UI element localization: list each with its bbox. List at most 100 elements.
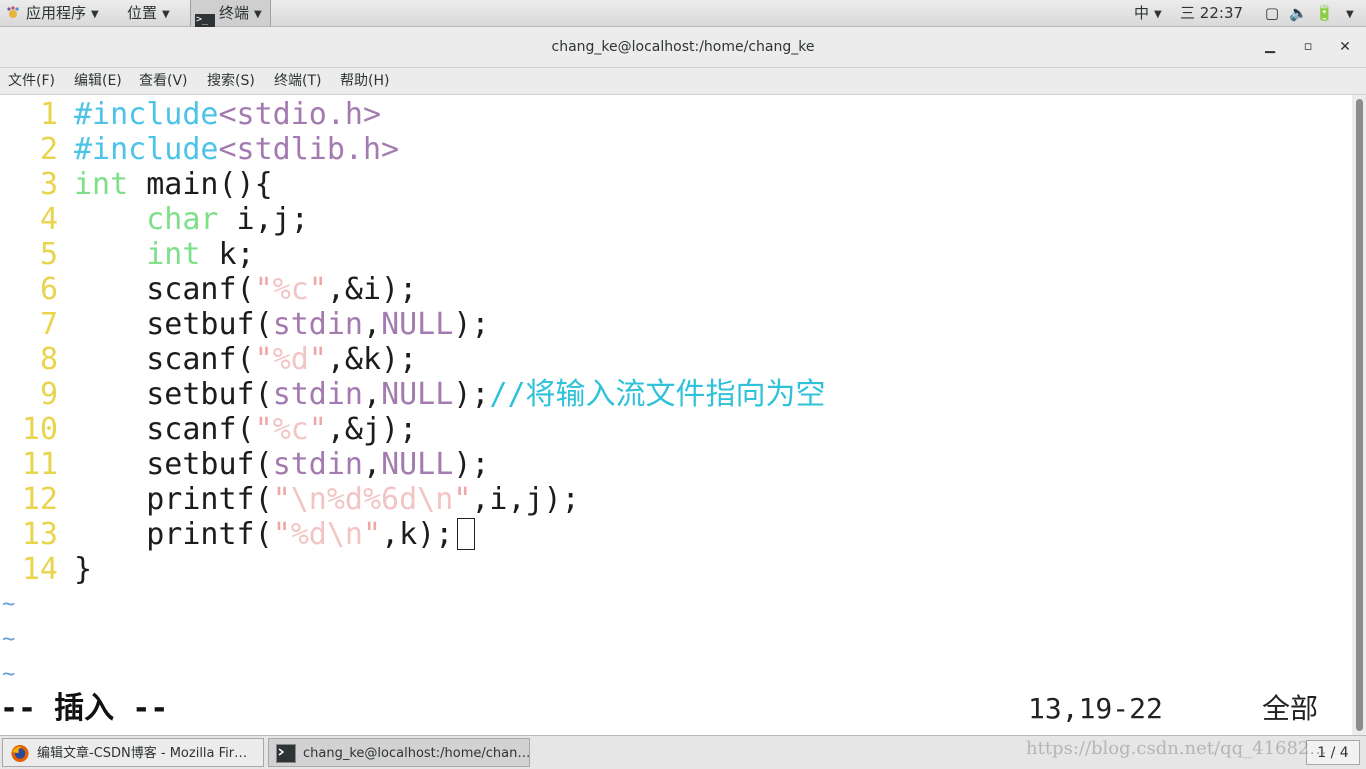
line-number: 6: [39, 272, 58, 307]
code-token: ,: [363, 377, 382, 412]
code-token: ": [254, 412, 273, 447]
line-text: setbuf(stdin,NULL);//将输入流文件指向为空: [74, 377, 825, 412]
line-number: 2: [39, 132, 58, 167]
code-token: printf(: [74, 482, 273, 517]
line-text: char i,j;: [74, 202, 309, 237]
text-cursor: [457, 518, 476, 550]
menu-search[interactable]: 搜索(S): [207, 68, 255, 94]
line-number: 9: [39, 377, 58, 412]
menubar: 文件(F) 编辑(E) 查看(V) 搜索(S) 终端(T) 帮助(H): [0, 68, 1366, 95]
maximize-button[interactable]: ▫: [1299, 38, 1317, 56]
terminal-app-label: 终端: [219, 4, 250, 22]
code-token: ,i,j);: [471, 482, 580, 517]
line-number: 5: [39, 237, 58, 272]
clock-day: 三: [1180, 4, 1196, 22]
code-token: );: [453, 307, 490, 342]
code-token: ": [308, 342, 327, 377]
line-number: 11: [21, 447, 58, 482]
line-text: scanf("%c",&j);: [74, 412, 417, 447]
code-token: i,j;: [218, 202, 309, 237]
code-token: ,: [363, 307, 382, 342]
vim-mode-indicator: -- 插入 --: [0, 691, 169, 726]
code-token: setbuf(: [74, 377, 273, 412]
chevron-down-icon: ▼: [91, 9, 99, 20]
code-token: NULL: [381, 447, 454, 482]
input-method-indicator[interactable]: 中 ▼: [1134, 0, 1162, 26]
chevron-down-icon: ▼: [162, 9, 170, 20]
terminal-icon: [276, 744, 296, 763]
places-label: 位置: [127, 4, 158, 22]
chevron-down-icon: ▼: [1154, 9, 1162, 20]
code-token: ": [308, 272, 327, 307]
code-token: NULL: [381, 307, 454, 342]
battery-icon[interactable]: 🔋: [1315, 0, 1334, 26]
code-token: scanf(: [74, 342, 255, 377]
code-token: ": [254, 342, 273, 377]
line-number: 12: [21, 482, 58, 517]
code-token: char: [146, 202, 219, 237]
taskbar-terminal-button[interactable]: chang_ke@localhost:/home/chan…: [268, 738, 530, 767]
terminal-app-menu[interactable]: >_ 终端 ▼: [190, 0, 271, 32]
menu-help[interactable]: 帮助(H): [340, 68, 389, 94]
code-token: <stdlib.h>: [218, 132, 400, 167]
code-token: );: [453, 377, 490, 412]
line-number: 8: [39, 342, 58, 377]
menu-file[interactable]: 文件(F): [8, 68, 55, 94]
applications-menu[interactable]: 应用程序 ▼: [6, 0, 99, 26]
code-token: stdin: [272, 447, 363, 482]
code-token: ,: [363, 447, 382, 482]
clock[interactable]: 三 22:37: [1180, 0, 1243, 26]
line-number: 4: [39, 202, 58, 237]
line-text: scanf("%c",&i);: [74, 272, 417, 307]
taskbar-terminal-label: chang_ke@localhost:/home/chan…: [303, 746, 530, 761]
places-menu[interactable]: 位置 ▼: [127, 0, 170, 26]
code-token: stdin: [272, 307, 363, 342]
scrollbar-thumb[interactable]: [1356, 99, 1363, 731]
code-token: setbuf(: [74, 307, 273, 342]
vertical-scrollbar[interactable]: [1352, 95, 1366, 735]
code-token: scanf(: [74, 272, 255, 307]
menu-view[interactable]: 查看(V): [139, 68, 188, 94]
firefox-icon: [11, 744, 29, 763]
cursor-position: 13,19-22: [1028, 692, 1163, 725]
code-token: ,&k);: [326, 342, 418, 377]
scroll-position: 全部: [1262, 692, 1319, 725]
code-token: %c: [272, 412, 309, 447]
applications-label: 应用程序: [26, 4, 87, 22]
menu-terminal[interactable]: 终端(T): [274, 68, 321, 94]
code-token: \n%d%6d\n: [290, 482, 454, 517]
window-titlebar[interactable]: chang_ke@localhost:/home/chang_ke ▁ ▫ ✕: [0, 27, 1366, 68]
line-text: #include<stdio.h>: [74, 97, 381, 132]
empty-line-tilde: ~: [2, 662, 16, 687]
menu-edit[interactable]: 编辑(E): [74, 68, 122, 94]
code-token: NULL: [381, 377, 454, 412]
minimize-button[interactable]: ▁: [1261, 38, 1279, 56]
code-token: stdin: [272, 377, 363, 412]
line-text: setbuf(stdin,NULL);: [74, 447, 489, 482]
close-button[interactable]: ✕: [1336, 38, 1354, 56]
code-token: <stdio.h>: [218, 97, 382, 132]
line-number: 3: [39, 167, 58, 202]
chevron-down-icon[interactable]: ▼: [1346, 9, 1354, 20]
line-text: }: [74, 552, 92, 587]
taskbar-firefox-label: 编辑文章-CSDN博客 - Mozilla Fir…: [37, 746, 248, 761]
window-icon[interactable]: ▢: [1263, 0, 1281, 26]
code-token: k;: [200, 237, 255, 272]
watermark: https://blog.csdn.net/qq_41682...: [1026, 738, 1327, 759]
volume-icon[interactable]: 🔈: [1289, 0, 1308, 26]
code-token: ": [308, 412, 327, 447]
taskbar-firefox-button[interactable]: 编辑文章-CSDN博客 - Mozilla Fir…: [2, 738, 264, 767]
line-text: printf("%d\n",k);: [74, 517, 476, 552]
code-token: ,&i);: [326, 272, 418, 307]
code-token: ": [453, 482, 472, 517]
code-token: ": [272, 482, 291, 517]
line-text: #include<stdlib.h>: [74, 132, 399, 167]
code-token: ,k);: [381, 517, 454, 552]
top-panel: 应用程序 ▼ 位置 ▼ >_ 终端 ▼ 中 ▼ 三 22:37 ▢ 🔈 🔋 ▼: [0, 0, 1366, 32]
code-token: ": [272, 517, 291, 552]
line-text: printf("\n%d%6d\n",i,j);: [74, 482, 580, 517]
terminal-editor[interactable]: 1 #include<stdio.h> 2 #include<stdlib.h> 3 in…: [0, 95, 1352, 735]
code-token: %c: [272, 272, 309, 307]
system-tray[interactable]: ▢ 🔈 🔋 ▼: [1263, 0, 1354, 26]
chevron-down-icon: ▼: [254, 9, 262, 20]
